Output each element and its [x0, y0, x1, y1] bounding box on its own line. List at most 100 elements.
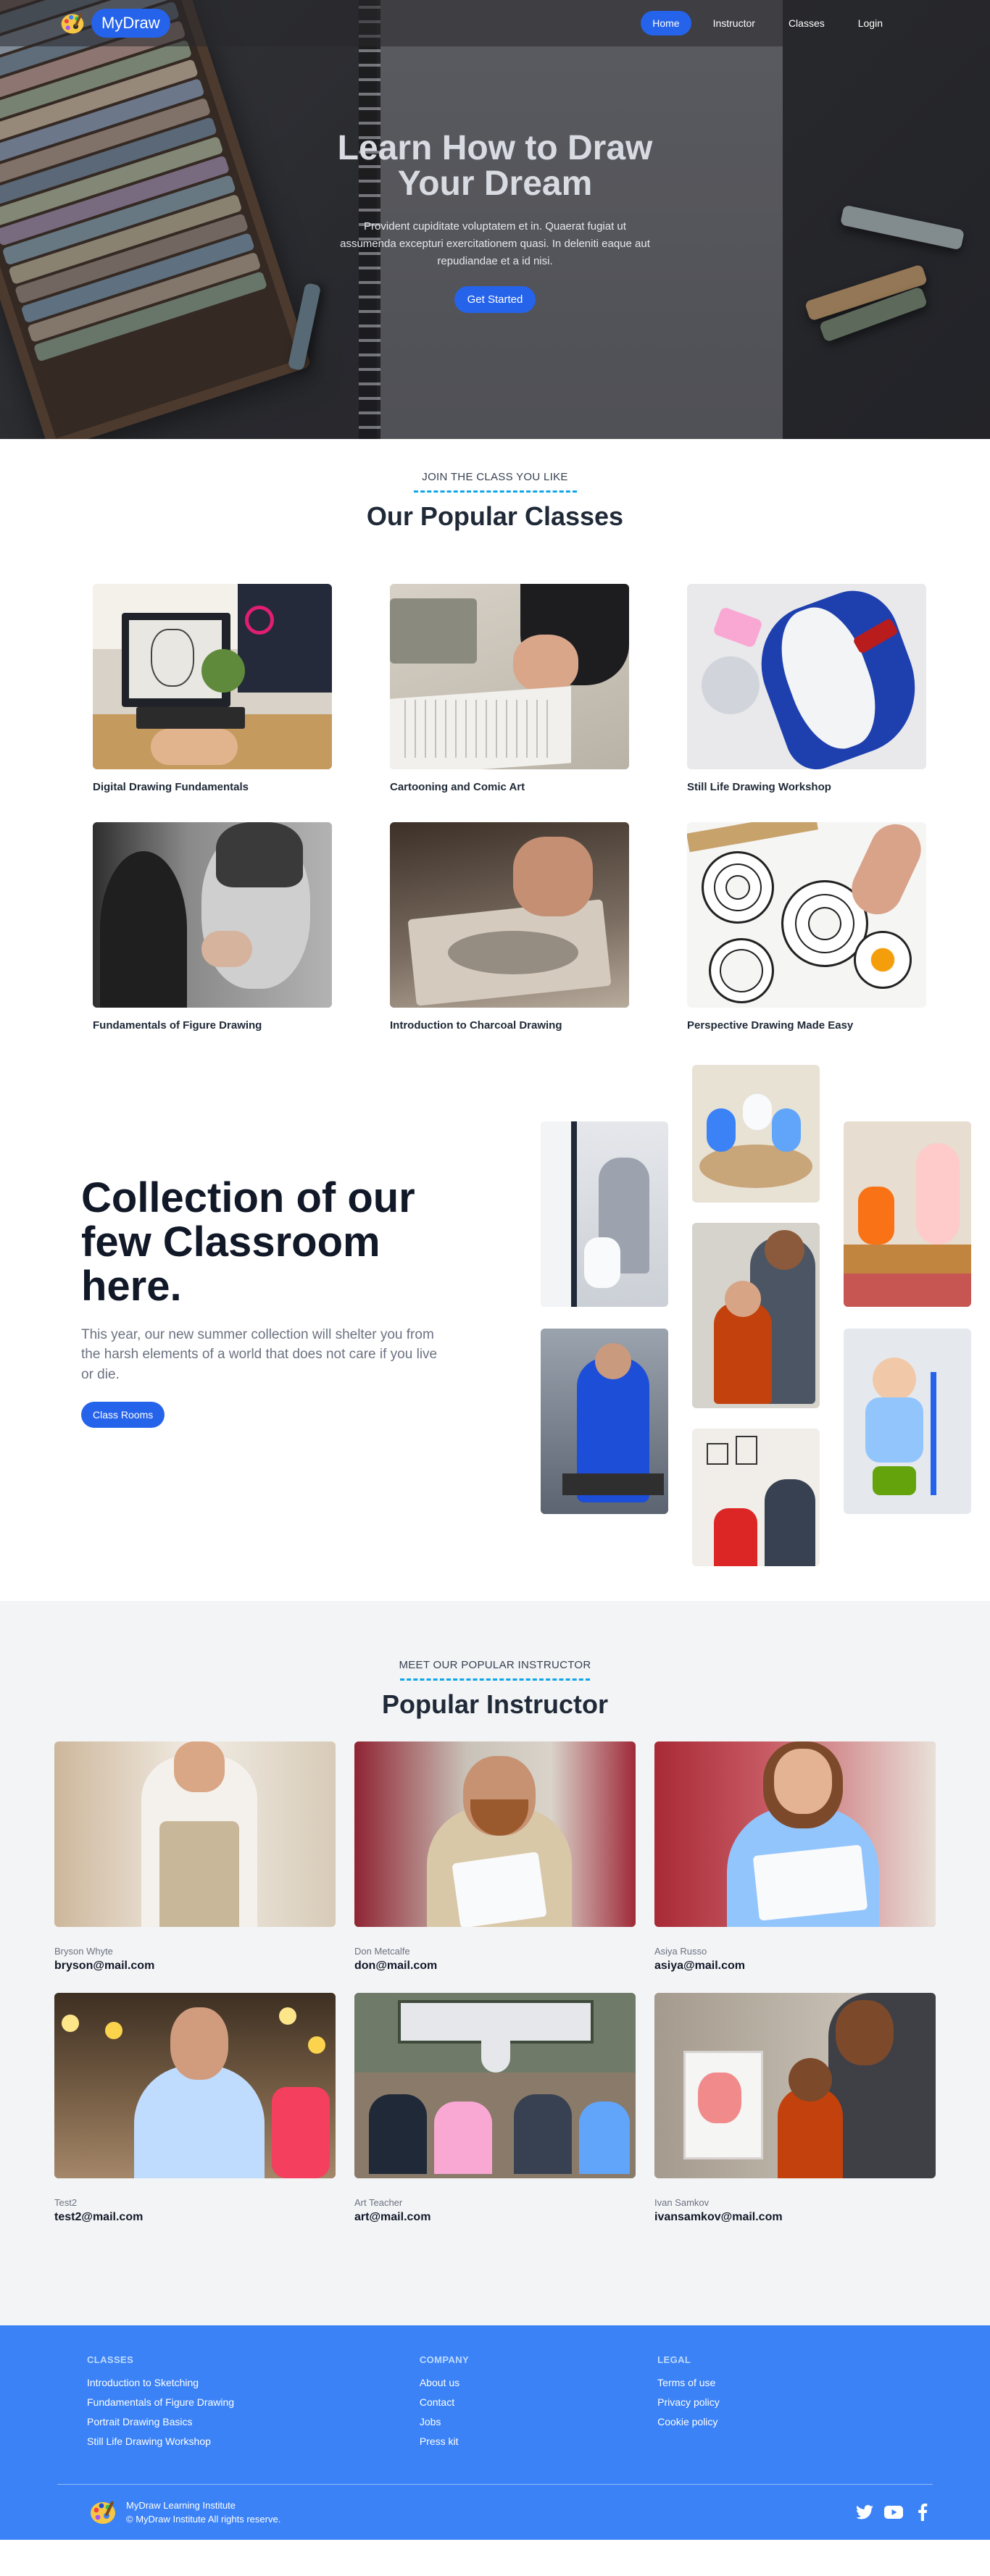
get-started-button[interactable]: Get Started: [454, 285, 536, 313]
classes-kicker: JOIN THE CLASS YOU LIKE: [422, 471, 568, 483]
classroom-image: [692, 1223, 820, 1408]
footer-link[interactable]: Contact: [420, 2396, 657, 2408]
classroom-image: [541, 1121, 668, 1307]
instructor-email: asiya@mail.com: [654, 1960, 745, 1972]
instructor-name: Asiya Russo: [654, 1946, 707, 1957]
footer-link[interactable]: Cookie policy: [657, 2416, 990, 2427]
footer-org-name: MyDraw Learning Institute: [126, 2499, 236, 2511]
kicker-divider: [413, 490, 577, 493]
footer-columns: CLASSES Introduction to Sketching Fundam…: [0, 2354, 990, 2455]
nav-link-instructor[interactable]: Instructor: [702, 11, 767, 35]
class-name: Digital Drawing Fundamentals: [93, 781, 249, 793]
instructor-photo: [354, 1993, 636, 2178]
footer-link[interactable]: Portrait Drawing Basics: [87, 2416, 420, 2427]
class-card[interactable]: Still Life Drawing Workshop: [687, 584, 926, 793]
popular-instructor-section: MEET OUR POPULAR INSTRUCTOR Popular Inst…: [0, 1601, 990, 2325]
hero-title: Learn How to Draw Your Dream: [337, 129, 653, 204]
instructor-card[interactable]: Art Teacher art@mail.com: [354, 1993, 636, 2224]
instructor-card[interactable]: Test2 test2@mail.com: [54, 1993, 336, 2224]
class-grid: Digital Drawing Fundamentals Cartooning …: [78, 584, 926, 1032]
youtube-icon[interactable]: [884, 2503, 903, 2522]
instructor-photo: [654, 1741, 936, 1927]
collection-title: Collection of our few Classroom here.: [81, 1174, 415, 1310]
collection-text-block: Collection of our few Classroom here. Th…: [81, 1174, 458, 1429]
classroom-image: [541, 1329, 668, 1514]
popular-classes-section: JOIN THE CLASS YOU LIKE Our Popular Clas…: [0, 439, 990, 1061]
nav-link-login[interactable]: Login: [847, 11, 894, 35]
instructor-photo: [354, 1741, 636, 1927]
instructor-grid: Bryson Whyte bryson@mail.com Don Metcalf…: [54, 1741, 936, 2224]
footer-link[interactable]: Fundamentals of Figure Drawing: [87, 2396, 420, 2408]
instructor-title: Popular Instructor: [381, 1689, 609, 1719]
instructor-card[interactable]: Asiya Russo asiya@mail.com: [654, 1741, 936, 1973]
nav-link-classes[interactable]: Classes: [777, 11, 836, 35]
instructor-card[interactable]: Bryson Whyte bryson@mail.com: [54, 1741, 336, 1973]
class-image: [390, 584, 629, 769]
class-name: Fundamentals of Figure Drawing: [93, 1019, 262, 1032]
footer-column-legal: LEGAL Terms of use Privacy policy Cookie…: [657, 2354, 990, 2455]
footer-link[interactable]: About us: [420, 2377, 657, 2388]
footer-link[interactable]: Press kit: [420, 2435, 657, 2447]
classroom-image: [844, 1121, 971, 1307]
class-name: Perspective Drawing Made Easy: [687, 1019, 854, 1032]
social-links: [855, 2503, 932, 2522]
instructor-name: Don Metcalfe: [354, 1946, 410, 1957]
class-card[interactable]: Digital Drawing Fundamentals: [93, 584, 332, 793]
footer-heading: LEGAL: [657, 2354, 691, 2365]
footer-link[interactable]: Privacy policy: [657, 2396, 990, 2408]
instructor-card[interactable]: Ivan Samkov ivansamkov@mail.com: [654, 1993, 936, 2224]
instructor-name: Bryson Whyte: [54, 1946, 113, 1957]
class-image: [93, 584, 332, 769]
class-name: Cartooning and Comic Art: [390, 781, 525, 793]
classroom-collection-section: Collection of our few Classroom here. Th…: [0, 1061, 990, 1601]
footer-bottom-bar: MyDraw Learning Institute © MyDraw Insti…: [0, 2485, 990, 2540]
instructor-kicker: MEET OUR POPULAR INSTRUCTOR: [399, 1659, 591, 1671]
class-card[interactable]: Perspective Drawing Made Easy: [687, 822, 926, 1032]
footer-heading: CLASSES: [87, 2354, 134, 2365]
class-image: [390, 822, 629, 1008]
instructor-email: test2@mail.com: [54, 2211, 143, 2223]
class-card[interactable]: Introduction to Charcoal Drawing: [390, 822, 629, 1032]
facebook-icon[interactable]: [913, 2503, 932, 2522]
class-name: Still Life Drawing Workshop: [687, 781, 831, 793]
site-footer: CLASSES Introduction to Sketching Fundam…: [0, 2325, 990, 2540]
nav-link-home[interactable]: Home: [641, 11, 691, 35]
palette-logo-icon: [61, 13, 84, 34]
footer-org-info: MyDraw Learning Institute © MyDraw Insti…: [126, 2498, 280, 2527]
class-name: Introduction to Charcoal Drawing: [390, 1019, 562, 1032]
hero-content: Learn How to Draw Your Dream Provident c…: [0, 130, 990, 313]
instructor-email: bryson@mail.com: [54, 1960, 155, 1972]
footer-link[interactable]: Terms of use: [657, 2377, 990, 2388]
class-image: [687, 822, 926, 1008]
classroom-image: [692, 1065, 820, 1203]
instructor-photo: [54, 1993, 336, 2178]
palette-logo-icon: [91, 2501, 115, 2524]
class-card[interactable]: Cartooning and Comic Art: [390, 584, 629, 793]
kicker-divider: [400, 1678, 590, 1681]
instructor-card[interactable]: Don Metcalfe don@mail.com: [354, 1741, 636, 1973]
footer-heading: COMPANY: [419, 2354, 470, 2365]
brand[interactable]: MyDraw: [59, 9, 170, 38]
instructor-email: ivansamkov@mail.com: [654, 2211, 783, 2223]
top-navbar: MyDraw Home Instructor Classes Login: [0, 0, 990, 46]
footer-link[interactable]: Jobs: [420, 2416, 657, 2427]
twitter-icon[interactable]: [855, 2503, 874, 2522]
hero-section: MyDraw Home Instructor Classes Login Lea…: [0, 0, 990, 439]
instructor-photo: [54, 1741, 336, 1927]
instructor-name: Test2: [54, 2197, 78, 2208]
class-image: [93, 822, 332, 1008]
instructor-email: art@mail.com: [354, 2211, 431, 2223]
class-card[interactable]: Fundamentals of Figure Drawing: [93, 822, 332, 1032]
classroom-image: [844, 1329, 971, 1514]
instructor-photo: [654, 1993, 936, 2178]
nav-links: Home Instructor Classes Login: [641, 11, 894, 35]
collection-description: This year, our new summer collection wil…: [81, 1326, 438, 1382]
classroom-image: [692, 1429, 820, 1566]
class-image: [687, 584, 926, 769]
hero-description: Provident cupiditate voluptatem et in. Q…: [340, 219, 650, 267]
footer-link[interactable]: Introduction to Sketching: [87, 2377, 420, 2388]
class-rooms-button[interactable]: Class Rooms: [81, 1402, 165, 1429]
instructor-name: Ivan Samkov: [654, 2197, 710, 2208]
footer-link[interactable]: Still Life Drawing Workshop: [87, 2435, 420, 2447]
brand-name: MyDraw: [91, 9, 170, 38]
